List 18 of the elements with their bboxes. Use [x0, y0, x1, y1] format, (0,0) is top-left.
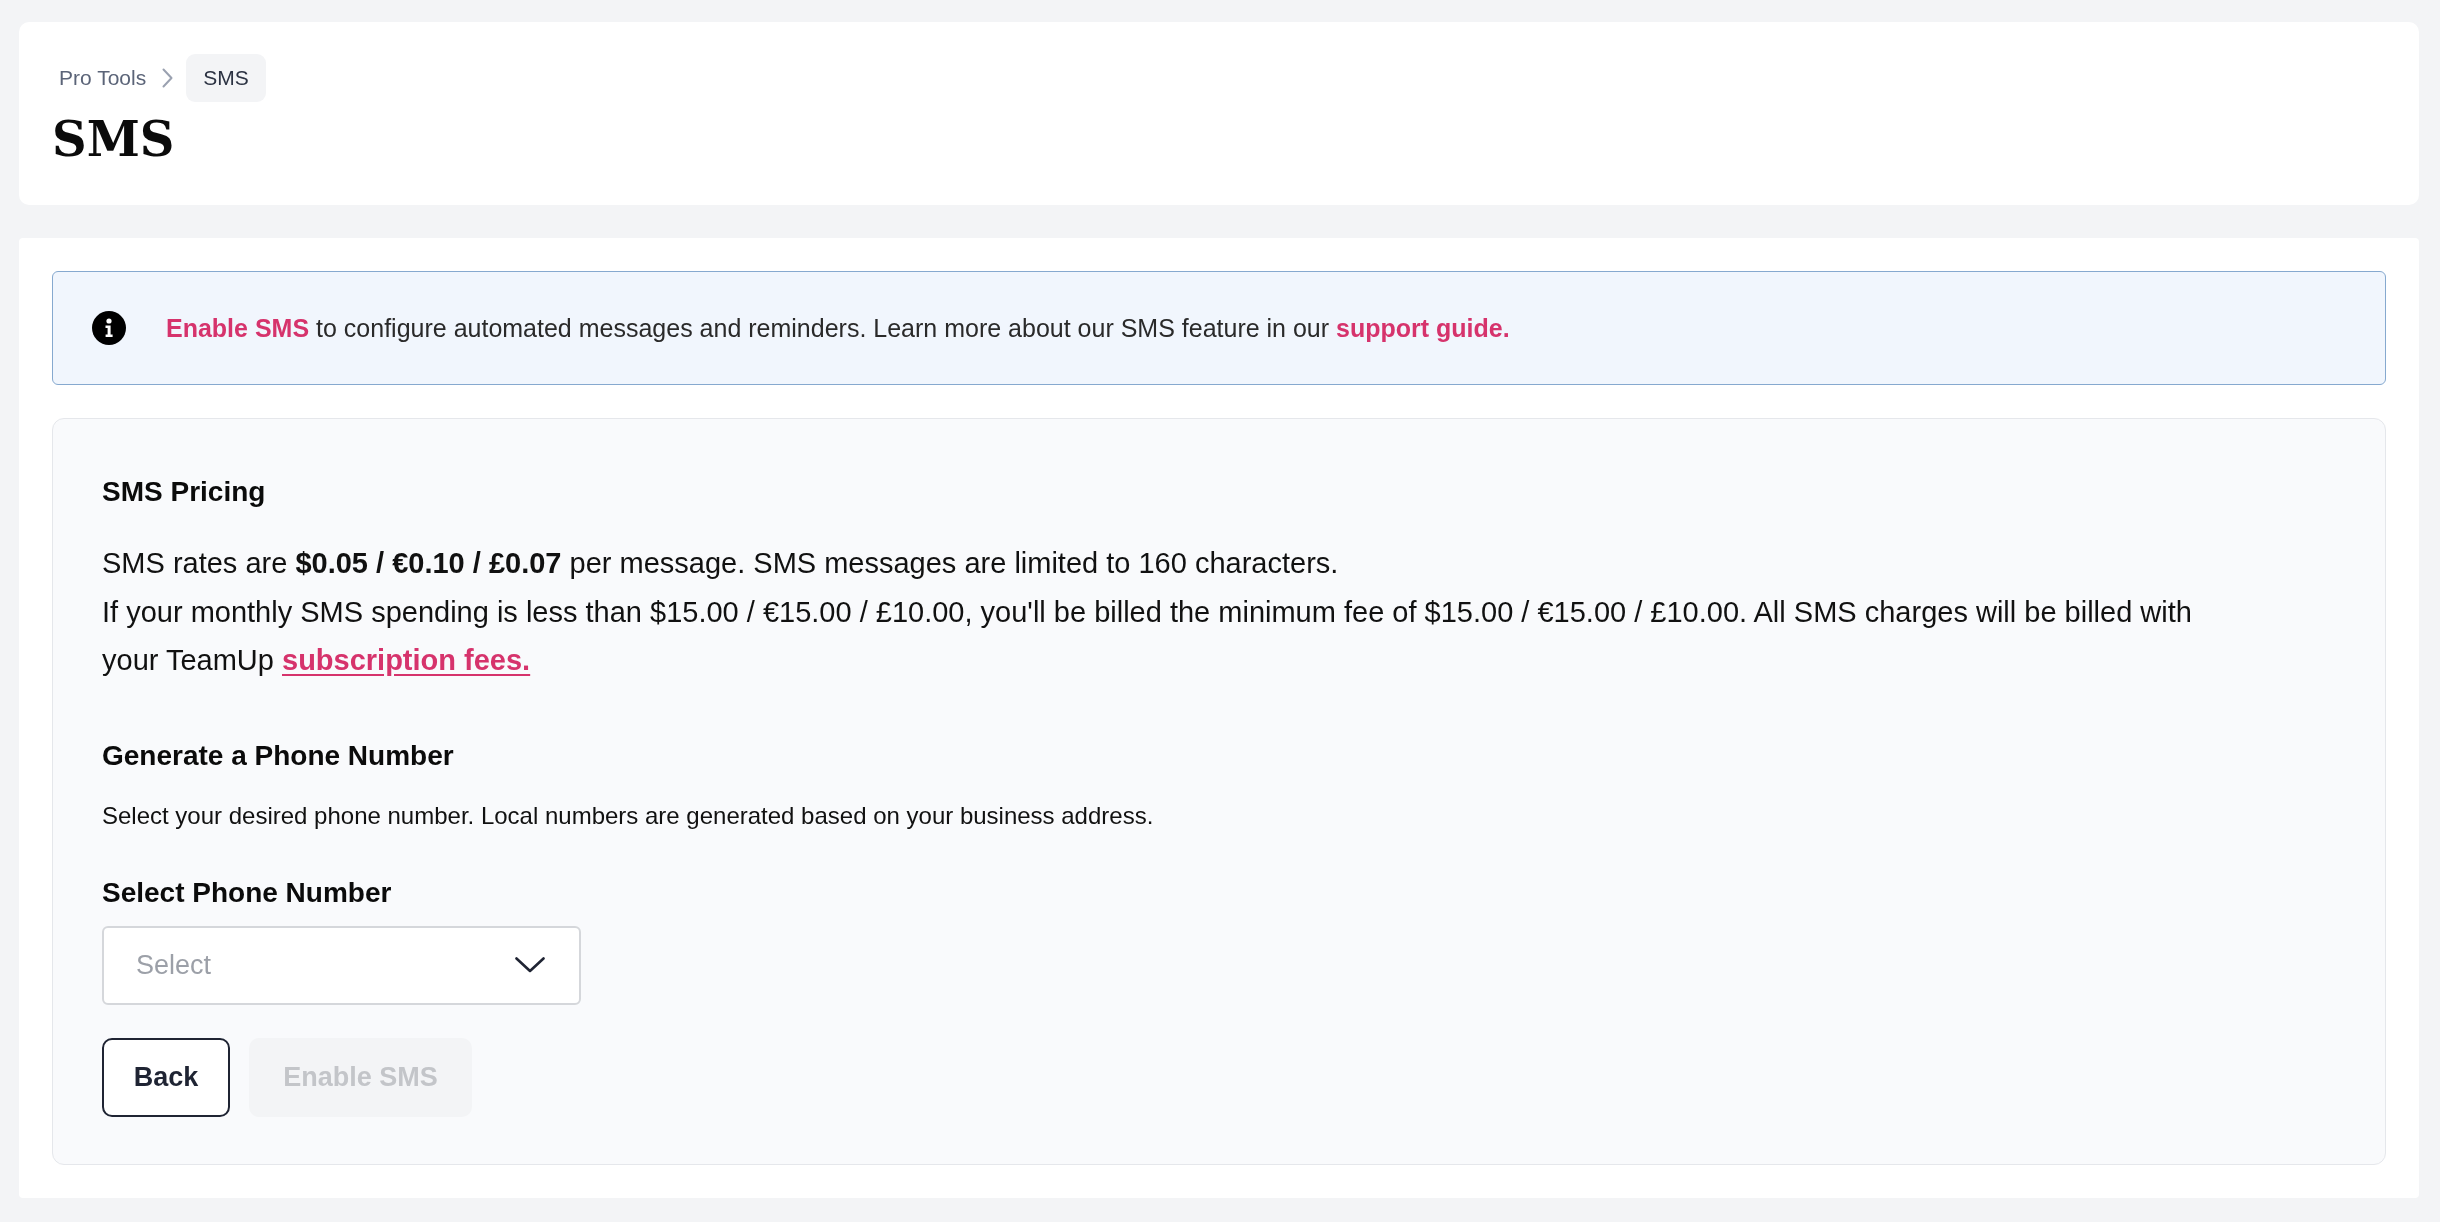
chevron-right-icon — [162, 68, 174, 88]
section-heading: Generate a Phone Number — [102, 738, 454, 773]
pricing-text: SMS rates are $0.05 / €0.10 / £0.07 per message. SMS messages are limited to 160 characters. — [102, 546, 1340, 581]
chevron-down-icon — [515, 957, 545, 973]
page-title: SMS — [52, 110, 176, 169]
text-link[interactable]: subscription fees. — [282, 644, 531, 676]
description-text: Select your desired phone number. Local numbers are generated based on your business address. — [102, 800, 1154, 831]
pricing-text: If your monthly SMS spending is less than $15.00 / €15.00 / £10.00, you'll be billed the minimum fee of $15.00 / €15.00 / £10.00. All SMS charges will be billed with your TeamUp subscription fees. — [102, 594, 2193, 678]
breadcrumb-item: SMS — [186, 54, 266, 102]
info-icon — [92, 311, 126, 345]
breadcrumb-item[interactable]: Pro Tools — [43, 54, 163, 102]
section-heading: SMS Pricing — [102, 475, 266, 509]
phone-number-select[interactable]: Select — [102, 925, 581, 1005]
back-button[interactable]: Back — [102, 1037, 230, 1117]
info-message: Enable SMS to configure automated messages and reminders. Learn more about our SMS feature in our support guide. — [166, 313, 1510, 344]
text-link[interactable]: support guide. — [1336, 314, 1510, 342]
field-label: Select Phone Number — [102, 875, 392, 910]
text-link[interactable]: Enable SMS — [166, 314, 310, 342]
